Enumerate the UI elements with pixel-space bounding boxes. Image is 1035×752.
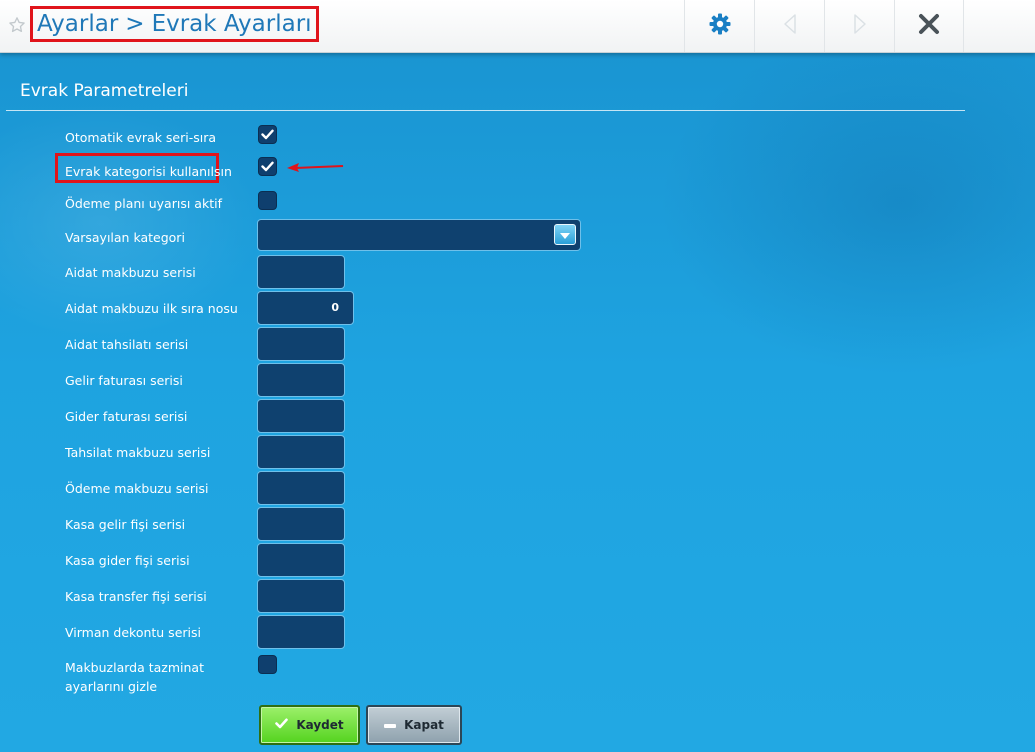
cash-expense-slip-series-label: Kasa gider fişi serisi xyxy=(65,553,190,568)
breadcrumb-separator: > xyxy=(125,11,145,37)
dropdown-button[interactable] xyxy=(554,224,576,245)
expense-invoice-series-label: Gider faturası serisi xyxy=(65,409,188,424)
section-title: Evrak Parametreleri xyxy=(20,81,189,101)
expense-invoice-series-input[interactable] xyxy=(257,399,345,433)
payment-plan-warning-label: Ödeme planı uyarısı aktif xyxy=(65,196,222,211)
payment-receipt-series-input[interactable] xyxy=(257,471,345,505)
cash-transfer-slip-series-input[interactable] xyxy=(257,579,345,613)
settings-button[interactable] xyxy=(684,0,754,52)
cash-income-slip-series-input[interactable] xyxy=(257,507,345,541)
red-arrow-annotation-icon xyxy=(285,159,345,178)
payment-receipt-series-label: Ödeme makbuzu serisi xyxy=(65,481,209,496)
income-invoice-series-label: Gelir faturası serisi xyxy=(65,373,183,388)
cash-transfer-slip-series-label: Kasa transfer fişi serisi xyxy=(65,589,207,604)
section-divider xyxy=(6,110,965,111)
checkmark-icon xyxy=(275,718,289,732)
use-category-label: Evrak kategorisi kullanılsın xyxy=(65,164,232,179)
use-category-checkbox[interactable] xyxy=(258,157,277,176)
transfer-voucher-series-label: Virman dekontu serisi xyxy=(65,625,201,640)
gear-icon xyxy=(708,12,732,40)
save-button-label: Kaydet xyxy=(296,718,344,732)
collection-receipt-series-label: Tahsilat makbuzu serisi xyxy=(65,445,211,460)
dues-collection-series-input[interactable] xyxy=(257,327,345,361)
income-invoice-series-input[interactable] xyxy=(257,363,345,397)
triangle-right-icon xyxy=(852,13,868,39)
top-bar: Ayarlar > Evrak Ayarları xyxy=(0,0,1035,53)
default-category-label: Varsayılan kategori xyxy=(65,230,185,245)
checkmark-icon xyxy=(261,157,274,176)
triangle-left-icon xyxy=(782,13,798,39)
hide-compensation-label: Makbuzlarda tazminat ayarlarını gizle xyxy=(65,660,204,694)
close-window-button[interactable] xyxy=(894,0,964,52)
breadcrumb-item-settings[interactable]: Ayarlar xyxy=(37,11,118,37)
save-button[interactable]: Kaydet xyxy=(259,705,360,745)
breadcrumb-item-document-settings: Evrak Ayarları xyxy=(151,11,312,37)
checkmark-icon xyxy=(261,125,274,144)
auto-serial-label: Otomatik evrak seri-sıra xyxy=(65,130,217,145)
dues-receipt-first-no-label: Aidat makbuzu ilk sıra nosu xyxy=(65,301,238,316)
dues-receipt-series-input[interactable] xyxy=(257,255,345,289)
auto-serial-checkbox[interactable] xyxy=(258,125,277,144)
star-icon[interactable] xyxy=(8,16,26,34)
dues-receipt-series-label: Aidat makbuzu serisi xyxy=(65,265,196,280)
dues-receipt-first-no-input[interactable]: 0 xyxy=(257,291,354,325)
close-button-label: Kapat xyxy=(404,718,444,732)
settings-panel: Evrak Parametreleri Otomatik evrak seri-… xyxy=(0,53,1035,752)
dues-collection-series-label: Aidat tahsilatı serisi xyxy=(65,337,189,352)
transfer-voucher-series-input[interactable] xyxy=(257,615,345,649)
close-icon xyxy=(918,13,940,39)
cash-expense-slip-series-input[interactable] xyxy=(257,543,345,577)
close-button[interactable]: Kapat xyxy=(366,705,462,745)
back-button[interactable] xyxy=(754,0,824,52)
hide-compensation-checkbox[interactable] xyxy=(258,655,277,674)
forward-button[interactable] xyxy=(824,0,894,52)
payment-plan-warning-checkbox[interactable] xyxy=(258,191,277,210)
minus-icon xyxy=(384,718,397,732)
cash-income-slip-series-label: Kasa gelir fişi serisi xyxy=(65,517,186,532)
collection-receipt-series-input[interactable] xyxy=(257,435,345,469)
breadcrumb: Ayarlar > Evrak Ayarları xyxy=(30,6,319,42)
chevron-down-icon xyxy=(559,225,571,244)
default-category-select[interactable] xyxy=(257,219,581,251)
